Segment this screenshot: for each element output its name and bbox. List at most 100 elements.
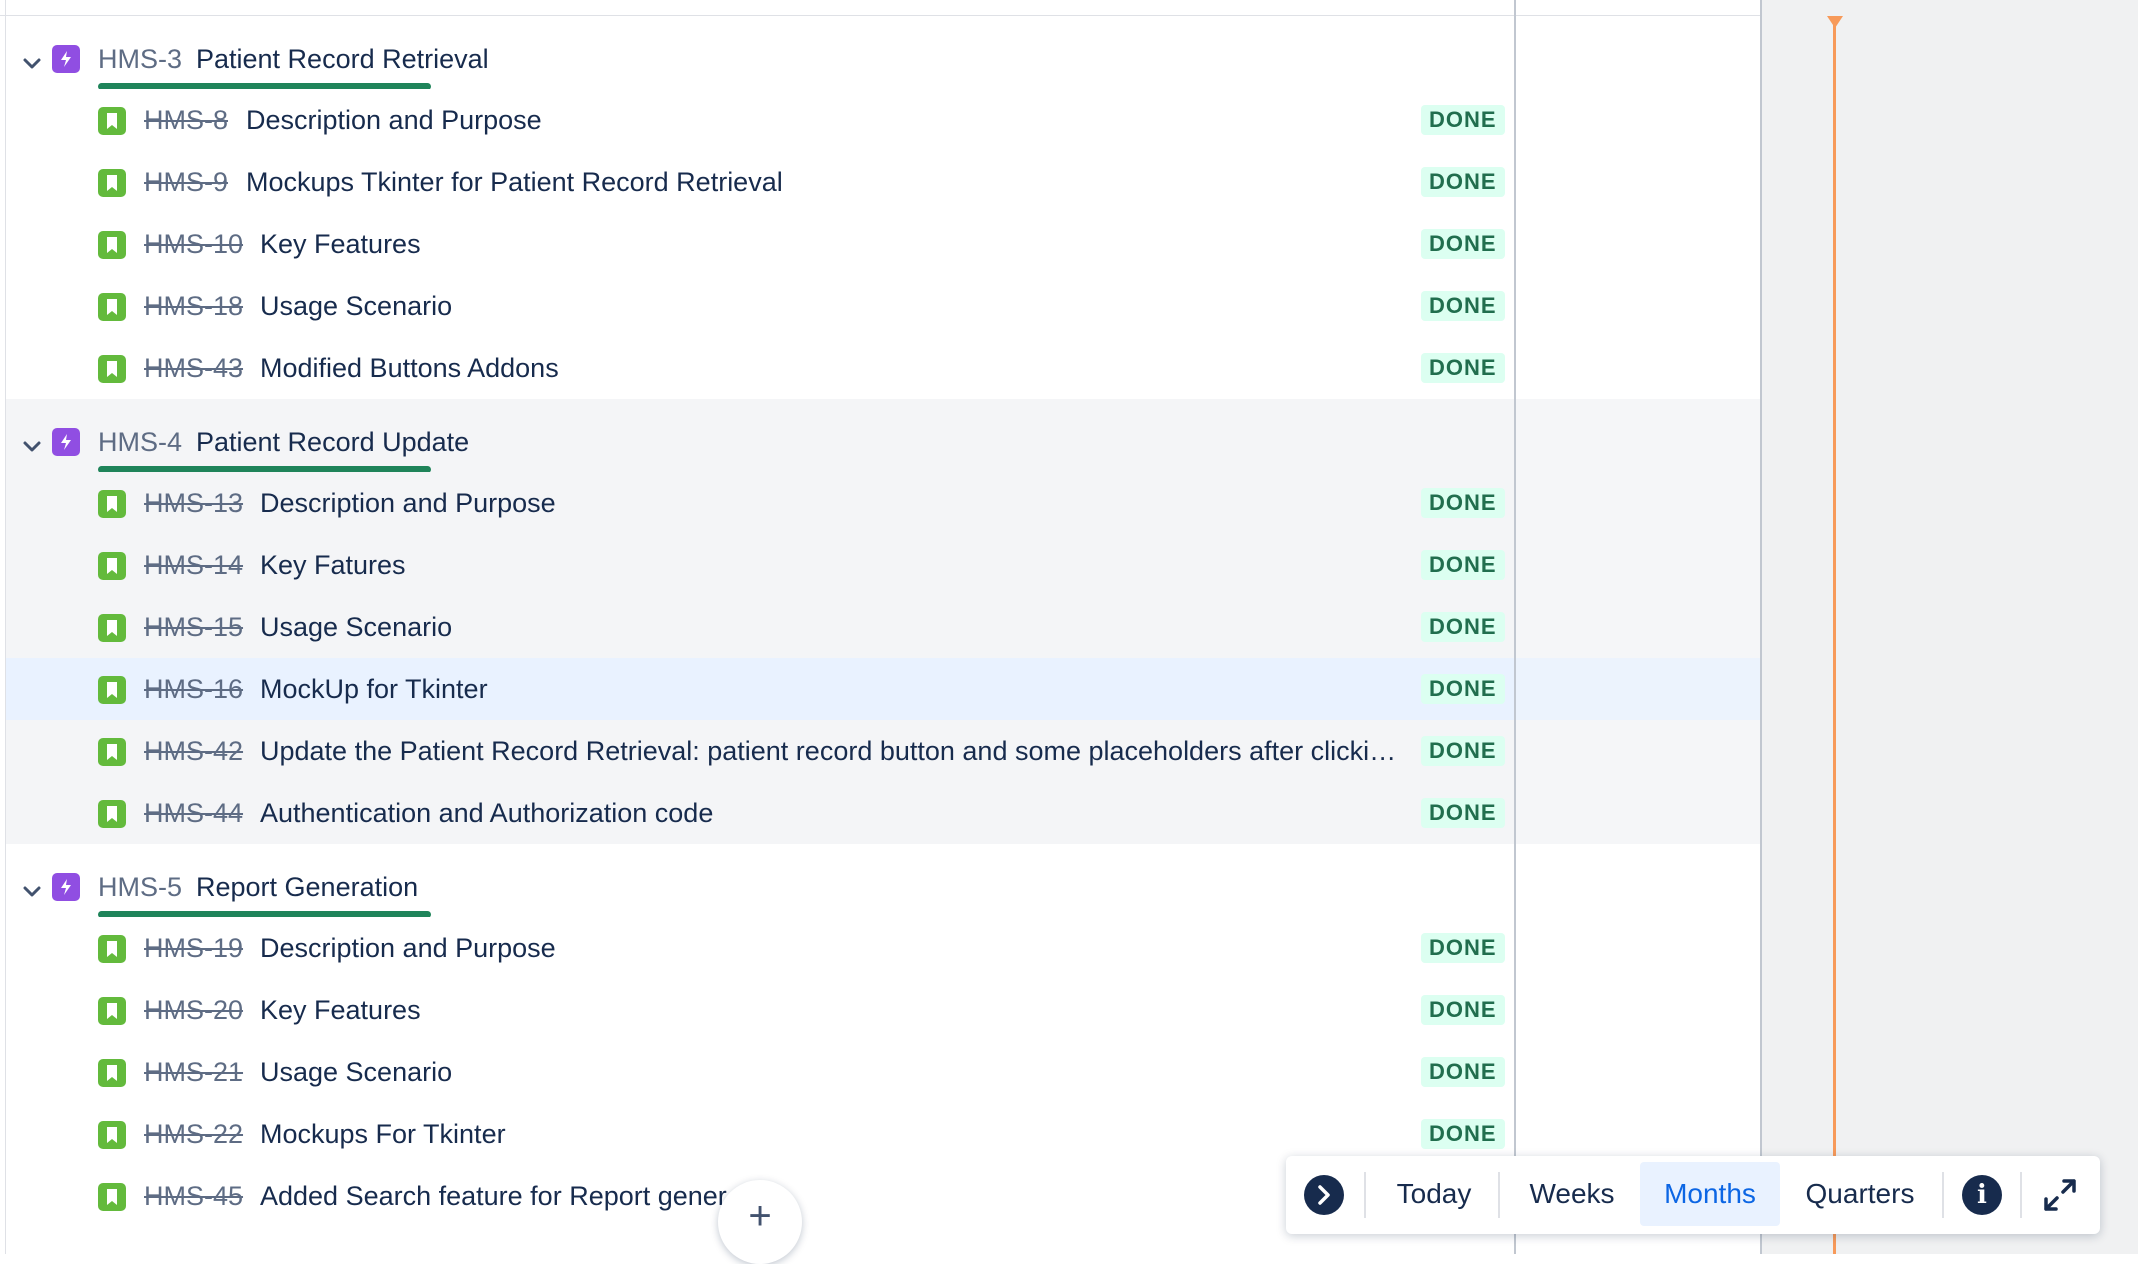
story-key[interactable]: HMS-44: [144, 798, 243, 828]
story-key[interactable]: HMS-8: [144, 105, 228, 135]
chevron-right-icon: [1318, 1185, 1330, 1205]
story-icon: [98, 231, 126, 259]
status-badge[interactable]: DONE: [1421, 674, 1505, 704]
story-key[interactable]: HMS-9: [144, 167, 228, 197]
story-icon: [98, 935, 126, 963]
story-key[interactable]: HMS-22: [144, 1119, 243, 1149]
epic-key[interactable]: HMS-5: [98, 872, 182, 902]
story-icon: [98, 552, 126, 580]
status-badge[interactable]: DONE: [1421, 229, 1505, 259]
story-key[interactable]: HMS-19: [144, 933, 243, 963]
expand-panel-button[interactable]: [1304, 1175, 1344, 1215]
story-row[interactable]: HMS-44 Authentication and Authorization c…: [6, 782, 1514, 844]
story-title[interactable]: Usage Scenario: [260, 612, 452, 642]
story-row[interactable]: HMS-16 MockUp for Tkinter DONE: [6, 658, 1514, 720]
story-title[interactable]: Description and Purpose: [260, 488, 556, 518]
story-row[interactable]: HMS-22 Mockups For Tkinter DONE: [6, 1103, 1514, 1165]
story-title[interactable]: Authentication and Authorization code: [260, 798, 713, 828]
story-row[interactable]: HMS-13 Description and Purpose DONE: [6, 472, 1514, 534]
story-icon: [98, 1121, 126, 1149]
story-title[interactable]: Added Search feature for Report gener: [260, 1181, 727, 1211]
story-title[interactable]: Usage Scenario: [260, 291, 452, 321]
story-key[interactable]: HMS-16: [144, 674, 243, 704]
timeline-view-toolbar: Today Weeks Months Quarters i: [1286, 1156, 2100, 1234]
toolbar-separator: [1498, 1172, 1500, 1218]
today-marker-triangle: [1827, 16, 1843, 28]
status-badge[interactable]: DONE: [1421, 550, 1505, 580]
story-title[interactable]: Modified Buttons Addons: [260, 353, 559, 383]
today-button[interactable]: Today: [1378, 1162, 1490, 1226]
story-title[interactable]: MockUp for Tkinter: [260, 674, 488, 704]
story-row[interactable]: HMS-15 Usage Scenario DONE: [6, 596, 1514, 658]
story-icon: [98, 997, 126, 1025]
status-badge[interactable]: DONE: [1421, 612, 1505, 642]
story-key[interactable]: HMS-13: [144, 488, 243, 518]
story-row[interactable]: HMS-8 Description and Purpose DONE: [6, 89, 1514, 151]
epic-key[interactable]: HMS-3: [98, 44, 182, 74]
story-row[interactable]: HMS-9 Mockups Tkinter for Patient Record …: [6, 151, 1514, 213]
story-key[interactable]: HMS-43: [144, 353, 243, 383]
list-timeline-divider[interactable]: [1514, 0, 1516, 1254]
story-key[interactable]: HMS-45: [144, 1181, 243, 1211]
story-icon: [98, 355, 126, 383]
story-title[interactable]: Mockups Tkinter for Patient Record Retri…: [246, 167, 783, 197]
status-badge[interactable]: DONE: [1421, 167, 1505, 197]
status-badge[interactable]: DONE: [1421, 798, 1505, 828]
months-button[interactable]: Months: [1640, 1162, 1780, 1226]
story-row[interactable]: HMS-19 Description and Purpose DONE: [6, 917, 1514, 979]
story-title[interactable]: Update the Patient Record Retrieval: pat…: [260, 736, 1406, 766]
quarters-button[interactable]: Quarters: [1788, 1162, 1932, 1226]
story-key[interactable]: HMS-10: [144, 229, 243, 259]
status-badge[interactable]: DONE: [1421, 933, 1505, 963]
story-key[interactable]: HMS-18: [144, 291, 243, 321]
create-issue-button[interactable]: +: [718, 1180, 802, 1264]
story-row[interactable]: HMS-10 Key Features DONE: [6, 213, 1514, 275]
story-title[interactable]: Key Features: [260, 229, 421, 259]
chevron-down-icon[interactable]: [20, 435, 44, 459]
story-icon: [98, 1183, 126, 1211]
story-row[interactable]: HMS-14 Key Fatures DONE: [6, 534, 1514, 596]
info-button[interactable]: i: [1962, 1175, 2002, 1215]
status-badge[interactable]: DONE: [1421, 353, 1505, 383]
status-badge[interactable]: DONE: [1421, 736, 1505, 766]
status-badge[interactable]: DONE: [1421, 995, 1505, 1025]
story-title[interactable]: Key Fatures: [260, 550, 406, 580]
story-key[interactable]: HMS-15: [144, 612, 243, 642]
status-badge[interactable]: DONE: [1421, 1119, 1505, 1149]
epic-title[interactable]: Patient Record Update: [196, 427, 469, 457]
story-icon: [98, 293, 126, 321]
story-key[interactable]: HMS-20: [144, 995, 243, 1025]
status-badge[interactable]: DONE: [1421, 291, 1505, 321]
story-key[interactable]: HMS-14: [144, 550, 243, 580]
chevron-down-icon[interactable]: [20, 52, 44, 76]
epic-key[interactable]: HMS-4: [98, 427, 182, 457]
story-row[interactable]: HMS-18 Usage Scenario DONE: [6, 275, 1514, 337]
story-key[interactable]: HMS-42: [144, 736, 243, 766]
epic-row[interactable]: HMS-3 Patient Record Retrieval: [6, 16, 1514, 90]
epic-row[interactable]: HMS-5 Report Generation: [6, 844, 1514, 918]
today-marker-line: [1833, 16, 1836, 1254]
story-row[interactable]: HMS-42 Update the Patient Record Retrieva…: [6, 720, 1514, 782]
fullscreen-button[interactable]: [2038, 1173, 2082, 1217]
epic-title[interactable]: Report Generation: [196, 872, 418, 902]
story-title[interactable]: Description and Purpose: [246, 105, 542, 135]
story-row[interactable]: HMS-20 Key Features DONE: [6, 979, 1514, 1041]
status-badge[interactable]: DONE: [1421, 1057, 1505, 1087]
plus-icon: +: [748, 1194, 772, 1238]
story-title[interactable]: Description and Purpose: [260, 933, 556, 963]
weeks-button[interactable]: Weeks: [1512, 1162, 1632, 1226]
toolbar-separator: [2020, 1172, 2022, 1218]
story-title[interactable]: Key Features: [260, 995, 421, 1025]
story-title[interactable]: Usage Scenario: [260, 1057, 452, 1087]
chevron-down-icon[interactable]: [20, 880, 44, 904]
story-row[interactable]: HMS-21 Usage Scenario DONE: [6, 1041, 1514, 1103]
epic-title[interactable]: Patient Record Retrieval: [196, 44, 489, 74]
story-key[interactable]: HMS-21: [144, 1057, 243, 1087]
status-badge[interactable]: DONE: [1421, 488, 1505, 518]
story-icon: [98, 738, 126, 766]
story-icon: [98, 490, 126, 518]
story-row[interactable]: HMS-43 Modified Buttons Addons DONE: [6, 337, 1514, 399]
epic-row[interactable]: HMS-4 Patient Record Update: [6, 399, 1514, 473]
story-title[interactable]: Mockups For Tkinter: [260, 1119, 506, 1149]
status-badge[interactable]: DONE: [1421, 105, 1505, 135]
